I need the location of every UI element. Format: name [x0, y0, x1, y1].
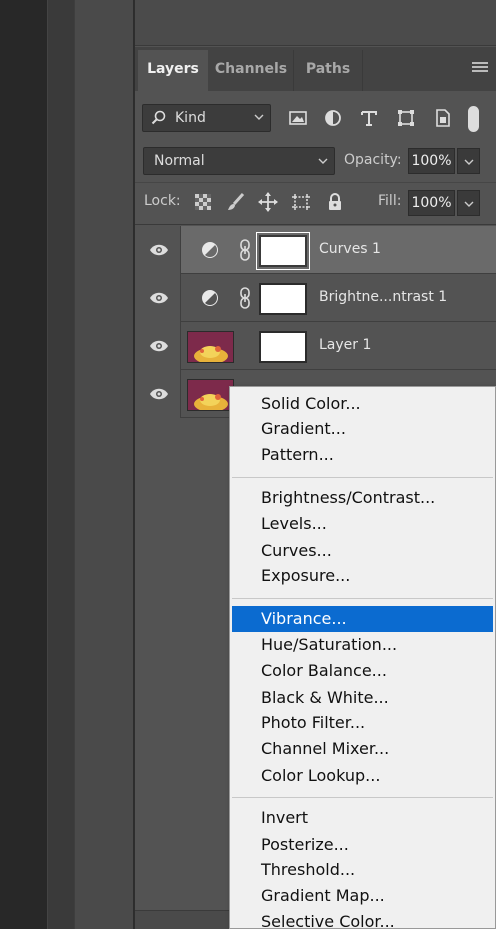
layer-row-brightness-contrast[interactable]: Brightne...ntrast 1: [135, 274, 496, 322]
menu-separator: [232, 797, 493, 798]
tab-paths[interactable]: Paths: [293, 50, 363, 91]
chevron-down-icon: [318, 158, 328, 164]
shape-filter-icon[interactable]: [395, 107, 417, 129]
menu-item-brightness-contrast[interactable]: Brightness/Contrast...: [232, 485, 493, 511]
menu-separator: [232, 598, 493, 599]
tab-layers[interactable]: Layers: [138, 50, 208, 91]
menu-item-photo-filter[interactable]: Photo Filter...: [232, 710, 493, 736]
link-chain-icon[interactable]: [239, 239, 251, 261]
lock-artboard-icon[interactable]: [290, 191, 312, 213]
canvas-area: [0, 0, 47, 929]
menu-item-vibrance[interactable]: Vibrance...: [232, 606, 493, 632]
layer-row-curves[interactable]: Curves 1: [135, 226, 496, 274]
menu-item-color-balance[interactable]: Color Balance...: [232, 658, 493, 684]
eye-icon: [150, 292, 168, 304]
menu-item-gradient-map[interactable]: Gradient Map...: [232, 883, 493, 909]
adjustment-layer-icon: [202, 290, 218, 306]
visibility-toggle[interactable]: [135, 226, 181, 274]
fill-input[interactable]: 100%: [408, 190, 455, 216]
panel-dock-column: [74, 0, 134, 929]
layer-name[interactable]: Brightne...ntrast 1: [319, 289, 447, 305]
adjustment-layer-menu: Solid Color... Gradient... Pattern... Br…: [229, 386, 496, 929]
opacity-input[interactable]: 100%: [408, 148, 455, 174]
blend-mode-select[interactable]: Normal: [143, 147, 335, 175]
link-chain-icon[interactable]: [239, 287, 251, 309]
blend-mode-value: Normal: [154, 153, 205, 169]
lock-image-pixels-icon[interactable]: [225, 191, 247, 213]
menu-item-color-lookup[interactable]: Color Lookup...: [232, 763, 493, 789]
filter-toggle[interactable]: [468, 106, 479, 132]
menu-item-channel-mixer[interactable]: Channel Mixer...: [232, 736, 493, 762]
visibility-toggle[interactable]: [135, 322, 181, 370]
layer-thumbnail[interactable]: [187, 331, 234, 363]
menu-item-pattern[interactable]: Pattern...: [232, 442, 493, 468]
panel-menu-icon[interactable]: [472, 62, 488, 76]
layer-name[interactable]: Layer 1: [319, 337, 371, 353]
menu-item-gradient[interactable]: Gradient...: [232, 416, 493, 442]
layer-mask-thumbnail[interactable]: [256, 232, 310, 270]
menu-item-threshold[interactable]: Threshold...: [232, 857, 493, 883]
menu-item-invert[interactable]: Invert: [232, 805, 493, 831]
opacity-label: Opacity:: [344, 152, 402, 168]
visibility-toggle[interactable]: [135, 274, 181, 322]
eye-icon: [150, 388, 168, 400]
tab-channels[interactable]: Channels: [210, 50, 292, 91]
eye-icon: [150, 244, 168, 256]
menu-item-posterize[interactable]: Posterize...: [232, 832, 493, 858]
lock-transparent-pixels-icon[interactable]: [192, 191, 214, 213]
fill-dropdown[interactable]: [457, 190, 480, 216]
panel-tabbar: Layers Channels Paths: [135, 47, 496, 91]
layer-name[interactable]: Curves 1: [319, 241, 381, 257]
layer-mask-thumbnail[interactable]: [259, 283, 307, 315]
lock-position-icon[interactable]: [257, 191, 279, 213]
layer-row-layer-1[interactable]: Layer 1: [135, 322, 496, 370]
opacity-dropdown[interactable]: [457, 148, 480, 174]
filter-kind-select[interactable]: Kind: [142, 104, 271, 132]
chevron-down-icon: [464, 159, 474, 165]
filter-kind-label: Kind: [175, 110, 206, 126]
layer-mask-thumbnail[interactable]: [259, 331, 307, 363]
divider: [135, 224, 496, 225]
menu-item-hue-saturation[interactable]: Hue/Saturation...: [232, 632, 493, 658]
menu-item-selective-color[interactable]: Selective Color...: [232, 909, 493, 929]
chevron-down-icon: [464, 201, 474, 207]
type-filter-icon[interactable]: [358, 107, 380, 129]
search-icon: [151, 110, 166, 125]
lock-all-icon[interactable]: [324, 191, 346, 213]
adjustment-layer-icon: [202, 242, 218, 258]
menu-item-black-white[interactable]: Black & White...: [232, 685, 493, 711]
menu-item-solid-color[interactable]: Solid Color...: [232, 391, 493, 417]
fill-label: Fill:: [378, 193, 402, 209]
panel-header-area: [135, 0, 496, 46]
visibility-toggle[interactable]: [135, 370, 181, 418]
menu-item-exposure[interactable]: Exposure...: [232, 563, 493, 589]
pixel-filter-icon[interactable]: [287, 107, 309, 129]
layer-thumbnail[interactable]: [187, 379, 234, 411]
menu-separator: [232, 477, 493, 478]
menu-item-curves[interactable]: Curves...: [232, 538, 493, 564]
chevron-down-icon: [254, 114, 264, 120]
smart-object-filter-icon[interactable]: [431, 107, 453, 129]
menu-item-levels[interactable]: Levels...: [232, 511, 493, 537]
divider: [135, 182, 496, 183]
adjustment-filter-icon[interactable]: [322, 107, 344, 129]
lock-label: Lock:: [144, 193, 181, 209]
toolbar-strip: [47, 0, 74, 929]
eye-icon: [150, 340, 168, 352]
